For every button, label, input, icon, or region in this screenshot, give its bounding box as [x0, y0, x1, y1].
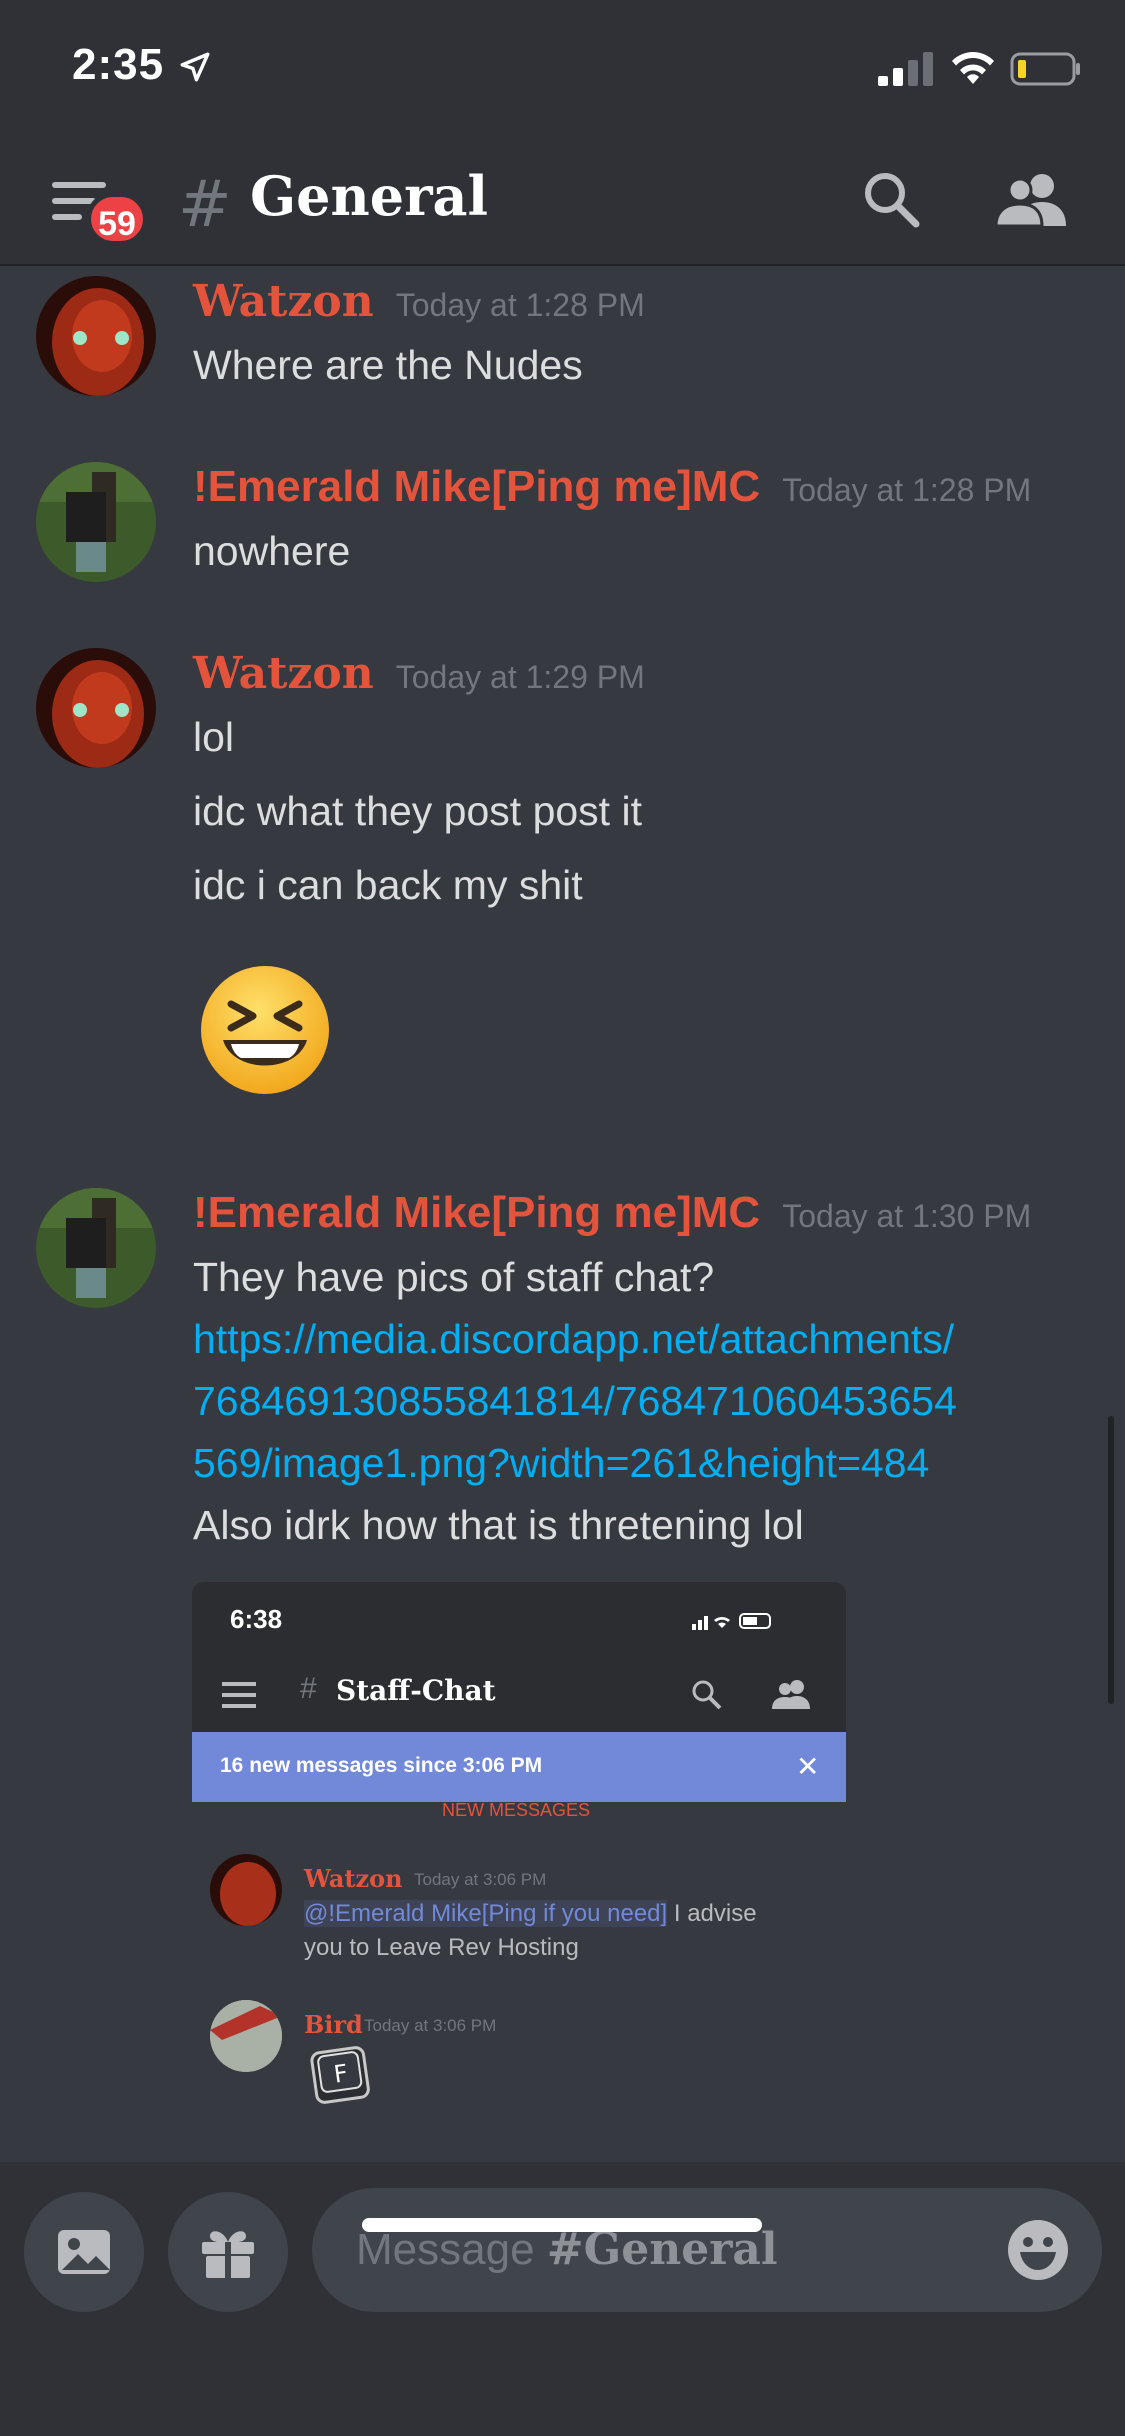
message-text: Where are the Nudes — [193, 342, 583, 388]
embed-header: 6:38 # Staff-Chat — [192, 1582, 846, 1732]
location-arrow-icon — [180, 52, 210, 82]
embed-status-time: 6:38 — [230, 1604, 283, 1634]
status-time: 2:35 — [72, 40, 165, 89]
wifi-icon — [952, 52, 994, 84]
status-bar: 2:35 — [0, 0, 1125, 140]
embed-message-text: @!Emerald Mike[Ping if you need] I advis… — [304, 1900, 757, 1928]
embed-channel-title: Staff-Chat — [336, 1674, 496, 1707]
scrollbar[interactable] — [1108, 1416, 1114, 1704]
f-key-emoji: F — [310, 2046, 370, 2104]
image-icon — [58, 2230, 110, 2274]
search-icon[interactable] — [862, 170, 920, 228]
message-text: lol — [193, 714, 235, 760]
embed-avatar-bird — [210, 2000, 282, 2072]
embed-message-text: you to Leave Rev Hosting — [304, 1934, 579, 1961]
embed-timestamp: Today at 3:06 PM — [414, 1870, 547, 1889]
avatar-watzon[interactable] — [36, 276, 156, 396]
embed-new-messages-banner: 16 new messages since 3:06 PM ✕ — [192, 1732, 846, 1802]
message-text: nowhere — [193, 528, 351, 574]
avatar-emerald-mike[interactable] — [36, 462, 156, 582]
author-name[interactable]: Watzon — [193, 648, 374, 699]
author-name[interactable]: !Emerald Mike[Ping me]MC — [193, 462, 760, 511]
embed-hash-icon: # — [300, 1672, 317, 1705]
embed-members-icon — [772, 1680, 810, 1709]
grinning-squinting-emoji — [201, 966, 329, 1094]
attachment-link[interactable]: https://media.discordapp.net/attachments… — [193, 1316, 954, 1363]
home-indicator[interactable] — [362, 2218, 762, 2232]
attach-image-button[interactable] — [24, 2192, 144, 2312]
message-text: idc what they post post it — [193, 788, 642, 834]
signal-icon — [878, 52, 933, 86]
embed-author-name: Bird — [304, 2010, 363, 2039]
attachment-link[interactable]: 768469130855841814/768471060453654 — [193, 1378, 957, 1425]
message-text: They have pics of staff chat? — [193, 1254, 715, 1300]
embed-mention: @!Emerald Mike[Ping if you need] — [304, 1900, 668, 1927]
attachment-link[interactable]: 569/image1.png?width=261&height=484 — [193, 1440, 929, 1487]
message-header: Watzon Today at 1:29 PM — [193, 648, 645, 699]
message-composer: Message #General — [0, 2162, 1125, 2436]
embed-new-messages-divider: NEW MESSAGES — [442, 1800, 591, 1820]
embed-status-icons — [692, 1613, 771, 1630]
embed-close-icon: ✕ — [796, 1751, 820, 1782]
author-name[interactable]: !Emerald Mike[Ping me]MC — [193, 1188, 760, 1237]
channel-header: 59 # General — [0, 140, 1125, 266]
avatar-watzon[interactable] — [36, 648, 156, 768]
unread-badge: 59 — [86, 192, 148, 246]
message-text: idc i can back my shit — [193, 862, 583, 908]
timestamp: Today at 1:28 PM — [782, 472, 1032, 508]
timestamp: Today at 1:30 PM — [782, 1198, 1032, 1234]
emoji-icon[interactable] — [1006, 2218, 1070, 2282]
timestamp: Today at 1:28 PM — [395, 287, 645, 323]
embed-hamburger-icon — [222, 1682, 256, 1708]
channel-title: General — [250, 164, 489, 228]
message-header: !Emerald Mike[Ping me]MC Today at 1:30 PM — [193, 1188, 1031, 1238]
gift-icon — [202, 2231, 254, 2278]
battery-icon — [1010, 52, 1080, 86]
message-header: !Emerald Mike[Ping me]MC Today at 1:28 PM — [193, 462, 1031, 512]
placeholder-prefix: Message — [356, 2225, 547, 2274]
members-icon[interactable] — [996, 170, 1070, 228]
embed-timestamp: Today at 3:06 PM — [364, 2016, 497, 2035]
gift-button[interactable] — [168, 2192, 288, 2312]
timestamp: Today at 1:29 PM — [395, 659, 645, 695]
author-name[interactable]: Watzon — [193, 276, 374, 327]
embed-banner-text: 16 new messages since 3:06 PM — [220, 1754, 543, 1777]
channel-hash-icon: # — [178, 168, 232, 242]
message-text: Also idrk how that is thretening lol — [193, 1502, 804, 1548]
embed-avatar-watzon — [210, 1854, 282, 1926]
avatar-emerald-mike[interactable] — [36, 1188, 156, 1308]
message-header: Watzon Today at 1:28 PM — [193, 276, 645, 327]
embed-search-icon — [692, 1680, 722, 1710]
attached-image[interactable]: 6:38 # Staff-Chat 16 new messages since … — [192, 1582, 846, 2162]
embed-message-text-tail: I advise — [667, 1900, 757, 1927]
message-input[interactable]: Message #General — [312, 2188, 1102, 2312]
embed-author-name: Watzon — [304, 1864, 403, 1893]
